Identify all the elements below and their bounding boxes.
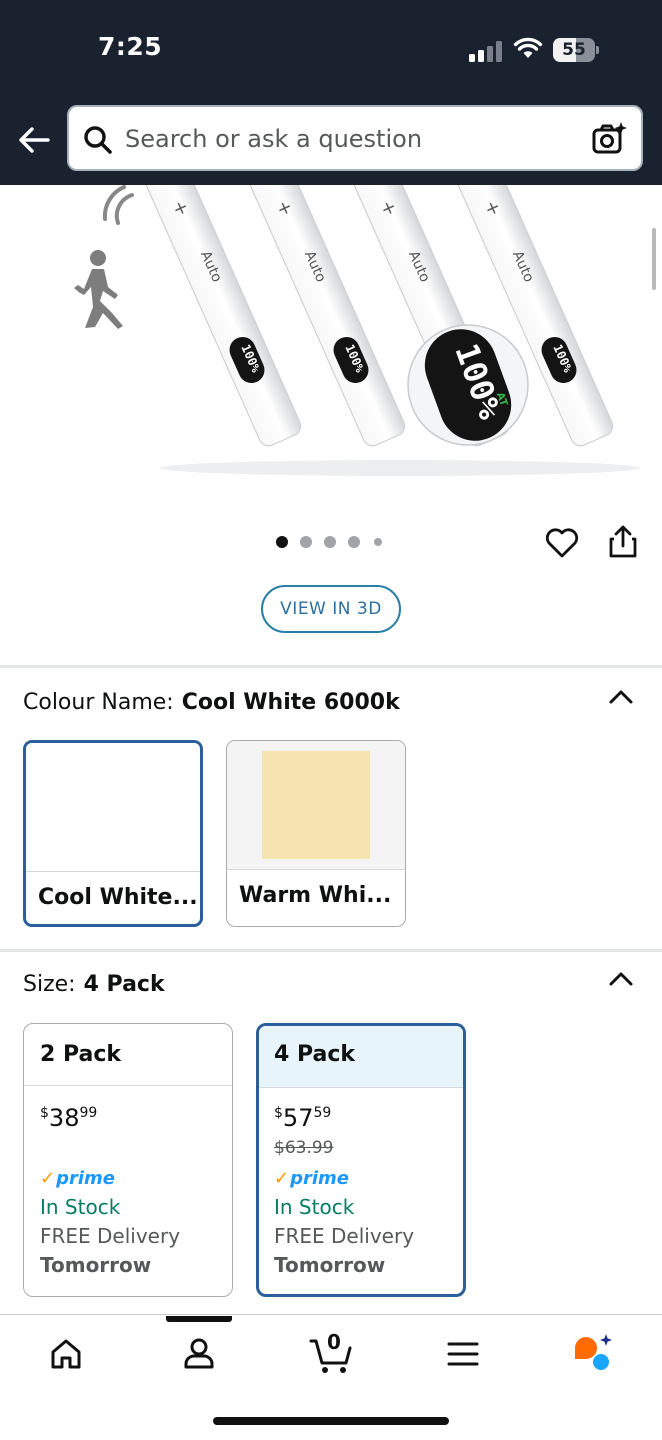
swatch-thumbnail bbox=[26, 743, 200, 871]
stock-status: In Stock bbox=[274, 1195, 355, 1219]
size-option-4-pack[interactable]: 4 Pack $5759 $63.99 ✓prime In Stock FREE… bbox=[256, 1023, 466, 1297]
camera-search-icon[interactable] bbox=[591, 121, 627, 157]
delivery-text: FREE Delivery bbox=[274, 1224, 415, 1248]
colour-option-cool-white[interactable]: Cool White... bbox=[23, 740, 203, 927]
delivery-day: Tomorrow bbox=[274, 1253, 386, 1277]
carousel-dot[interactable] bbox=[276, 536, 288, 548]
divider bbox=[0, 665, 662, 668]
menu-icon[interactable] bbox=[441, 1332, 485, 1376]
share-icon[interactable] bbox=[606, 524, 640, 560]
size-label: Size: 4 Pack bbox=[23, 972, 165, 997]
search-placeholder: Search or ask a question bbox=[125, 125, 423, 153]
delivery-day: Tomorrow bbox=[40, 1253, 152, 1277]
size-option-name: 4 Pack bbox=[274, 1042, 356, 1067]
active-tab-indicator bbox=[166, 1316, 232, 1322]
stock-status: In Stock bbox=[40, 1195, 121, 1219]
chevron-up-icon[interactable] bbox=[608, 688, 634, 706]
list-price: $63.99 bbox=[274, 1138, 334, 1158]
carousel-dot[interactable] bbox=[374, 538, 382, 546]
price: $5759 bbox=[274, 1104, 332, 1132]
product-image[interactable]: + Auto 100% + Auto 100% + Auto + Auto 100% 100% AT bbox=[0, 185, 662, 495]
cellular-signal-icon bbox=[469, 40, 503, 62]
size-option-2-pack[interactable]: 2 Pack $3899 ✓prime In Stock FREE Delive… bbox=[23, 1023, 233, 1297]
view-in-3d-button[interactable]: VIEW IN 3D bbox=[261, 585, 401, 633]
battery-icon: 55 bbox=[553, 38, 599, 62]
divider bbox=[0, 949, 662, 952]
home-icon[interactable] bbox=[44, 1332, 88, 1376]
carousel-dot[interactable] bbox=[300, 536, 312, 548]
chevron-up-icon[interactable] bbox=[608, 970, 634, 988]
carousel-dot[interactable] bbox=[324, 536, 336, 548]
size-option-name: 2 Pack bbox=[40, 1042, 122, 1067]
battery-level: 55 bbox=[562, 40, 586, 60]
prime-badge: ✓prime bbox=[274, 1168, 349, 1189]
colour-selected-value: Cool White 6000k bbox=[181, 690, 400, 715]
prime-badge: ✓prime bbox=[40, 1168, 115, 1189]
home-indicator bbox=[213, 1417, 449, 1425]
heart-icon[interactable] bbox=[544, 525, 580, 561]
page-scrollbar[interactable] bbox=[652, 228, 656, 290]
account-icon[interactable] bbox=[177, 1332, 221, 1376]
search-icon bbox=[84, 126, 112, 154]
walking-person-icon bbox=[74, 250, 123, 329]
cart-button[interactable]: 0 bbox=[309, 1330, 355, 1376]
delivery-text: FREE Delivery bbox=[40, 1224, 181, 1248]
back-arrow-icon[interactable] bbox=[14, 122, 54, 158]
price: $3899 bbox=[40, 1104, 98, 1132]
wifi-icon bbox=[513, 37, 543, 58]
carousel-dot[interactable] bbox=[348, 536, 360, 548]
size-selected-value: 4 Pack bbox=[83, 972, 165, 997]
cart-count: 0 bbox=[327, 1330, 341, 1354]
status-time: 7:25 bbox=[98, 32, 163, 61]
colour-name-label: Colour Name: Cool White 6000k bbox=[23, 690, 400, 715]
swatch-label: Warm Whi... bbox=[239, 883, 392, 908]
header: 7:25 55 Search or ask a question bbox=[0, 0, 662, 185]
swatch-label: Cool White... bbox=[38, 885, 198, 910]
swatch-thumbnail bbox=[262, 751, 370, 859]
rufus-icon[interactable] bbox=[571, 1332, 615, 1376]
search-input[interactable]: Search or ask a question bbox=[67, 105, 643, 171]
motion-wave-icon bbox=[102, 185, 134, 225]
colour-option-warm-white[interactable]: Warm Whi... bbox=[226, 740, 406, 927]
